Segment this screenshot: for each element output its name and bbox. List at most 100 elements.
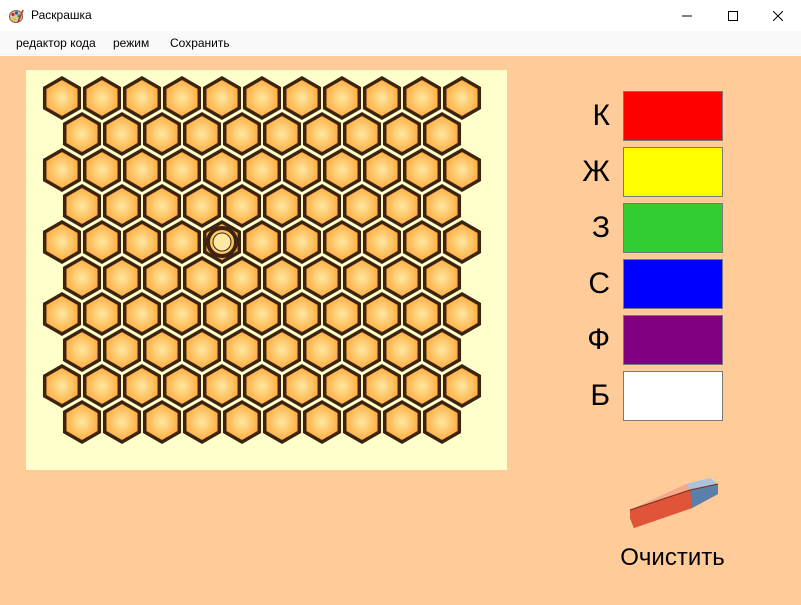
hex-cell[interactable] xyxy=(382,399,422,445)
hex-cell[interactable] xyxy=(302,399,342,445)
hex-cell[interactable] xyxy=(202,147,242,193)
hex-cell[interactable] xyxy=(182,183,222,229)
hex-cell[interactable] xyxy=(302,327,342,373)
hex-cell[interactable] xyxy=(122,219,162,265)
hex-cell[interactable] xyxy=(42,75,82,121)
hex-cell[interactable] xyxy=(282,219,322,265)
hex-cell[interactable] xyxy=(242,147,282,193)
hex-cell[interactable] xyxy=(142,327,182,373)
close-button[interactable] xyxy=(755,0,801,31)
hex-cell[interactable] xyxy=(262,111,302,157)
hex-cell[interactable] xyxy=(302,111,342,157)
hex-cell[interactable] xyxy=(122,75,162,121)
hex-cell[interactable] xyxy=(442,363,482,409)
swatch-blue[interactable] xyxy=(623,259,723,309)
hex-cell[interactable] xyxy=(182,111,222,157)
hex-cell[interactable] xyxy=(182,255,222,301)
hex-cell[interactable] xyxy=(362,147,402,193)
hex-cell[interactable] xyxy=(422,111,462,157)
hex-cell[interactable] xyxy=(262,255,302,301)
hex-cell[interactable] xyxy=(162,363,202,409)
hex-cell[interactable] xyxy=(442,291,482,337)
hex-cell[interactable] xyxy=(342,183,382,229)
hex-cell[interactable] xyxy=(302,183,342,229)
clear-button-label[interactable]: Очистить xyxy=(600,544,745,572)
hex-cell[interactable] xyxy=(402,147,442,193)
hex-cell[interactable] xyxy=(342,111,382,157)
hex-cell[interactable] xyxy=(62,399,102,445)
hex-cell[interactable] xyxy=(182,327,222,373)
hex-cell[interactable] xyxy=(382,327,422,373)
minimize-button[interactable] xyxy=(664,0,710,31)
hex-cell[interactable] xyxy=(82,219,122,265)
hex-cell[interactable] xyxy=(222,327,262,373)
hex-cell[interactable] xyxy=(442,75,482,121)
hex-cell[interactable] xyxy=(102,399,142,445)
eraser-icon[interactable] xyxy=(626,478,722,530)
hex-cell[interactable] xyxy=(402,363,442,409)
hex-cell[interactable] xyxy=(422,255,462,301)
hex-cell[interactable] xyxy=(242,75,282,121)
hex-cell[interactable] xyxy=(282,291,322,337)
hex-cell[interactable] xyxy=(142,183,182,229)
hex-cell[interactable] xyxy=(122,291,162,337)
hex-cell[interactable] xyxy=(322,363,362,409)
hex-cell[interactable] xyxy=(262,399,302,445)
hex-cell[interactable] xyxy=(242,363,282,409)
hex-cell[interactable] xyxy=(302,255,342,301)
swatch-purple[interactable] xyxy=(623,315,723,365)
hex-cell[interactable] xyxy=(102,111,142,157)
hex-cell[interactable] xyxy=(162,75,202,121)
hex-cell[interactable] xyxy=(282,363,322,409)
hex-cell[interactable] xyxy=(382,111,422,157)
hex-cell[interactable] xyxy=(82,291,122,337)
hex-cell[interactable] xyxy=(362,363,402,409)
hex-cell[interactable] xyxy=(82,147,122,193)
hex-cell[interactable] xyxy=(342,399,382,445)
hex-cell[interactable] xyxy=(202,75,242,121)
hex-cell[interactable] xyxy=(162,291,202,337)
hex-cell[interactable] xyxy=(342,327,382,373)
hex-cell[interactable] xyxy=(42,147,82,193)
hex-cell[interactable] xyxy=(242,291,282,337)
hex-cell[interactable] xyxy=(382,255,422,301)
hex-cell[interactable] xyxy=(62,111,102,157)
swatch-white[interactable] xyxy=(623,371,723,421)
hex-cell[interactable] xyxy=(62,255,102,301)
hex-cell[interactable] xyxy=(382,183,422,229)
hex-cell[interactable] xyxy=(162,219,202,265)
hex-cell[interactable] xyxy=(82,363,122,409)
hex-cell[interactable] xyxy=(362,219,402,265)
hex-cell[interactable] xyxy=(142,255,182,301)
hex-cell[interactable] xyxy=(282,147,322,193)
hex-cell[interactable] xyxy=(202,291,242,337)
hex-cell[interactable] xyxy=(322,75,362,121)
hex-cell[interactable] xyxy=(102,183,142,229)
hex-cell[interactable] xyxy=(102,255,142,301)
hex-cell[interactable] xyxy=(442,219,482,265)
swatch-green[interactable] xyxy=(623,203,723,253)
hex-cell[interactable] xyxy=(362,75,402,121)
hex-cell[interactable] xyxy=(362,291,402,337)
swatch-red[interactable] xyxy=(623,91,723,141)
hex-cell[interactable] xyxy=(122,147,162,193)
hex-cell[interactable] xyxy=(422,327,462,373)
hex-cell[interactable] xyxy=(222,111,262,157)
hex-cell[interactable] xyxy=(102,327,142,373)
hex-cell[interactable] xyxy=(42,219,82,265)
hex-cell[interactable] xyxy=(202,363,242,409)
hex-cell[interactable] xyxy=(122,363,162,409)
hex-cell[interactable] xyxy=(42,363,82,409)
menu-code-editor[interactable]: редактор кода xyxy=(16,36,96,50)
hex-cell[interactable] xyxy=(322,147,362,193)
hex-cell[interactable] xyxy=(322,219,362,265)
hex-cell[interactable] xyxy=(142,111,182,157)
hex-cell[interactable] xyxy=(62,183,102,229)
menu-save[interactable]: Сохранить xyxy=(170,36,230,50)
hex-cell[interactable] xyxy=(222,399,262,445)
maximize-button[interactable] xyxy=(710,0,756,31)
hex-cell[interactable] xyxy=(422,183,462,229)
hex-cell[interactable] xyxy=(262,183,302,229)
hex-cell[interactable] xyxy=(162,147,202,193)
menu-mode[interactable]: режим xyxy=(113,36,149,50)
